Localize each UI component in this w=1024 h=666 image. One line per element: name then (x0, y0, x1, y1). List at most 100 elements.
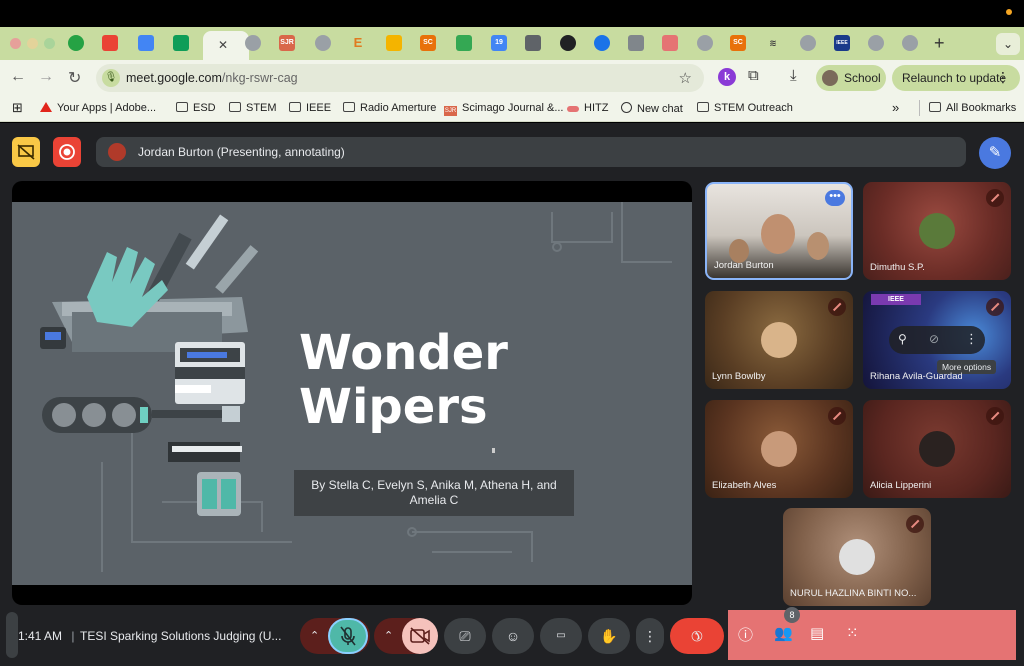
annotate-pen-icon[interactable]: ✎ (979, 137, 1011, 169)
reactions-button[interactable]: ☺ (492, 618, 534, 654)
download-icon[interactable]: ⤓ (790, 67, 797, 84)
participant-tile-dimuthu[interactable]: Dimuthu S.P. (863, 182, 1011, 280)
tile-more-icon[interactable]: ••• (825, 190, 845, 206)
k-extension-icon[interactable]: k (718, 68, 736, 86)
tab-search-chevron-icon[interactable]: ⌄ (996, 33, 1020, 55)
bookmark-scimago[interactable]: SJR Scimago Journal &... (444, 102, 564, 116)
tab-sheets[interactable] (173, 35, 189, 51)
tab-generic-4[interactable] (800, 35, 816, 51)
chevron-up-icon[interactable]: ⌃ (310, 618, 319, 654)
bookmark-esd[interactable]: ESD (176, 102, 216, 114)
more-options-icon[interactable]: ⋮ (965, 331, 978, 347)
maximize-window-button[interactable] (44, 38, 55, 49)
tab-generic-6[interactable] (902, 35, 918, 51)
participant-name: Rihana Avila-Guardado (870, 371, 962, 382)
tab-chatgpt[interactable] (560, 35, 576, 51)
tab-photo[interactable] (628, 35, 644, 51)
bookmark-hitz[interactable]: HITZ (567, 102, 608, 114)
tab-drive[interactable] (456, 35, 472, 51)
captions-button[interactable]: ▭ (540, 618, 582, 654)
activities-icon[interactable]: ⁙ (846, 624, 859, 642)
bookmark-ieee[interactable]: IEEE (289, 102, 331, 114)
stop-presenting-button[interactable] (12, 137, 40, 167)
kebab-menu-icon[interactable]: ⋮ (996, 69, 1010, 86)
adobe-icon (40, 102, 52, 112)
bookmark-radio-amerture[interactable]: Radio Amerture (343, 102, 436, 114)
mic-off-icon (340, 626, 356, 646)
tab-calendar[interactable]: 19 (491, 35, 507, 51)
mic-off-icon (906, 515, 924, 533)
back-arrow-icon[interactable]: ← (10, 68, 26, 86)
tab-close-icon[interactable]: ✕ (218, 37, 228, 53)
leave-call-button[interactable]: ✆ (670, 618, 724, 654)
tab-generic-2[interactable] (315, 35, 331, 51)
chevron-up-icon[interactable]: ⌃ (384, 618, 393, 654)
bookmarks-overflow-icon[interactable]: » (892, 100, 899, 115)
participant-tile-nurul[interactable]: NURUL HAZLINA BINTI NO... (783, 508, 931, 606)
participant-tile-alicia-lipperini[interactable]: Alicia Lipperini (863, 400, 1011, 498)
tab-ieee[interactable]: IEEE (834, 35, 850, 51)
participant-name: Jordan Burton (714, 260, 774, 271)
new-tab-icon[interactable]: + (934, 33, 945, 54)
tab-generic-3[interactable] (697, 35, 713, 51)
tab-etsy[interactable]: E (350, 35, 366, 51)
bookmark-new-chat[interactable]: New chat (621, 102, 683, 115)
url-path: /nkg-rswr-cag (221, 71, 298, 85)
camera-off-icon (410, 627, 430, 645)
pin-icon[interactable]: ⚲ (898, 332, 907, 346)
tab-meet-active[interactable]: ✕ (203, 31, 249, 60)
tab-slides[interactable] (386, 35, 402, 51)
slide-title: Wonder Wipers (299, 325, 508, 435)
side-panel-controls: ⓘ 👥 ▤ ⁙ (728, 610, 1016, 660)
bookmark-adobe[interactable]: Your Apps | Adobe... (40, 102, 156, 114)
close-window-button[interactable] (10, 38, 21, 49)
side-handle[interactable] (6, 612, 18, 658)
more-options-button[interactable]: ⋮ (636, 618, 664, 654)
relaunch-button[interactable]: Relaunch to update ⋮ (892, 65, 1020, 91)
tab-generic-5[interactable] (868, 35, 884, 51)
people-icon[interactable]: 👥 (774, 624, 793, 642)
recording-button[interactable] (53, 137, 81, 167)
participant-tile-elizabeth-alves[interactable]: Elizabeth Alves (705, 400, 853, 498)
tab-image[interactable] (525, 35, 541, 51)
tab-generic-1[interactable] (245, 35, 261, 51)
clock-separator: | (71, 629, 75, 643)
participant-avatar (761, 431, 797, 467)
participant-name: Alicia Lipperini (870, 480, 932, 491)
bookmark-star-icon[interactable]: ☆ (679, 69, 692, 87)
address-bar[interactable]: 🎙 meet.google.com/nkg-rswr-cag ☆ (96, 64, 704, 92)
apps-grid-icon[interactable]: ⊞ (12, 100, 23, 116)
tab-whatsapp[interactable] (68, 35, 84, 51)
minimize-window-button[interactable] (27, 38, 38, 49)
profile-button[interactable]: School (816, 65, 886, 91)
tab-gmail[interactable] (102, 35, 118, 51)
tab-gear[interactable] (594, 35, 610, 51)
mute-participant-icon[interactable]: ⊘ (929, 332, 939, 346)
forward-arrow-icon[interactable]: → (38, 68, 54, 86)
record-icon (59, 144, 75, 160)
extensions-puzzle-icon[interactable]: ⧉ (748, 67, 759, 84)
participant-tile-lynn-bowlby[interactable]: Lynn Bowlby (705, 291, 853, 389)
all-bookmarks[interactable]: All Bookmarks (929, 102, 1016, 114)
tab-sjr[interactable]: SJR (279, 35, 295, 51)
tab-monday[interactable]: ≋ (765, 35, 781, 51)
tab-hitz[interactable] (662, 35, 678, 51)
microphone-site-icon[interactable]: 🎙 (102, 69, 120, 87)
participant-tile-jordan-burton[interactable]: ••• Jordan Burton (705, 182, 853, 280)
bookmark-stem[interactable]: STEM (229, 102, 277, 114)
meeting-info-icon[interactable]: ⓘ (738, 624, 753, 645)
tab-sc-1[interactable]: SC (420, 35, 436, 51)
microphone-toggle-button[interactable] (328, 618, 368, 654)
reload-icon[interactable]: ↻ (68, 68, 81, 88)
bookmark-label: Scimago Journal &... (462, 102, 564, 114)
present-screen-button[interactable]: ⎚ (444, 618, 486, 654)
people-count-badge: 8 (784, 607, 800, 623)
participant-tile-rihana[interactable]: IEEE ⚲ ⊘ ⋮ More options Rihana Avila-Gua… (863, 291, 1011, 389)
tab-sc-2[interactable]: SC (730, 35, 746, 51)
chat-icon[interactable]: ▤ (810, 624, 824, 642)
bookmark-stem-outreach[interactable]: STEM Outreach (697, 102, 793, 114)
tab-docs[interactable] (138, 35, 154, 51)
bookmark-label: STEM Outreach (714, 102, 793, 114)
raise-hand-button[interactable]: ✋ (588, 618, 630, 654)
camera-toggle-button[interactable] (402, 618, 438, 654)
